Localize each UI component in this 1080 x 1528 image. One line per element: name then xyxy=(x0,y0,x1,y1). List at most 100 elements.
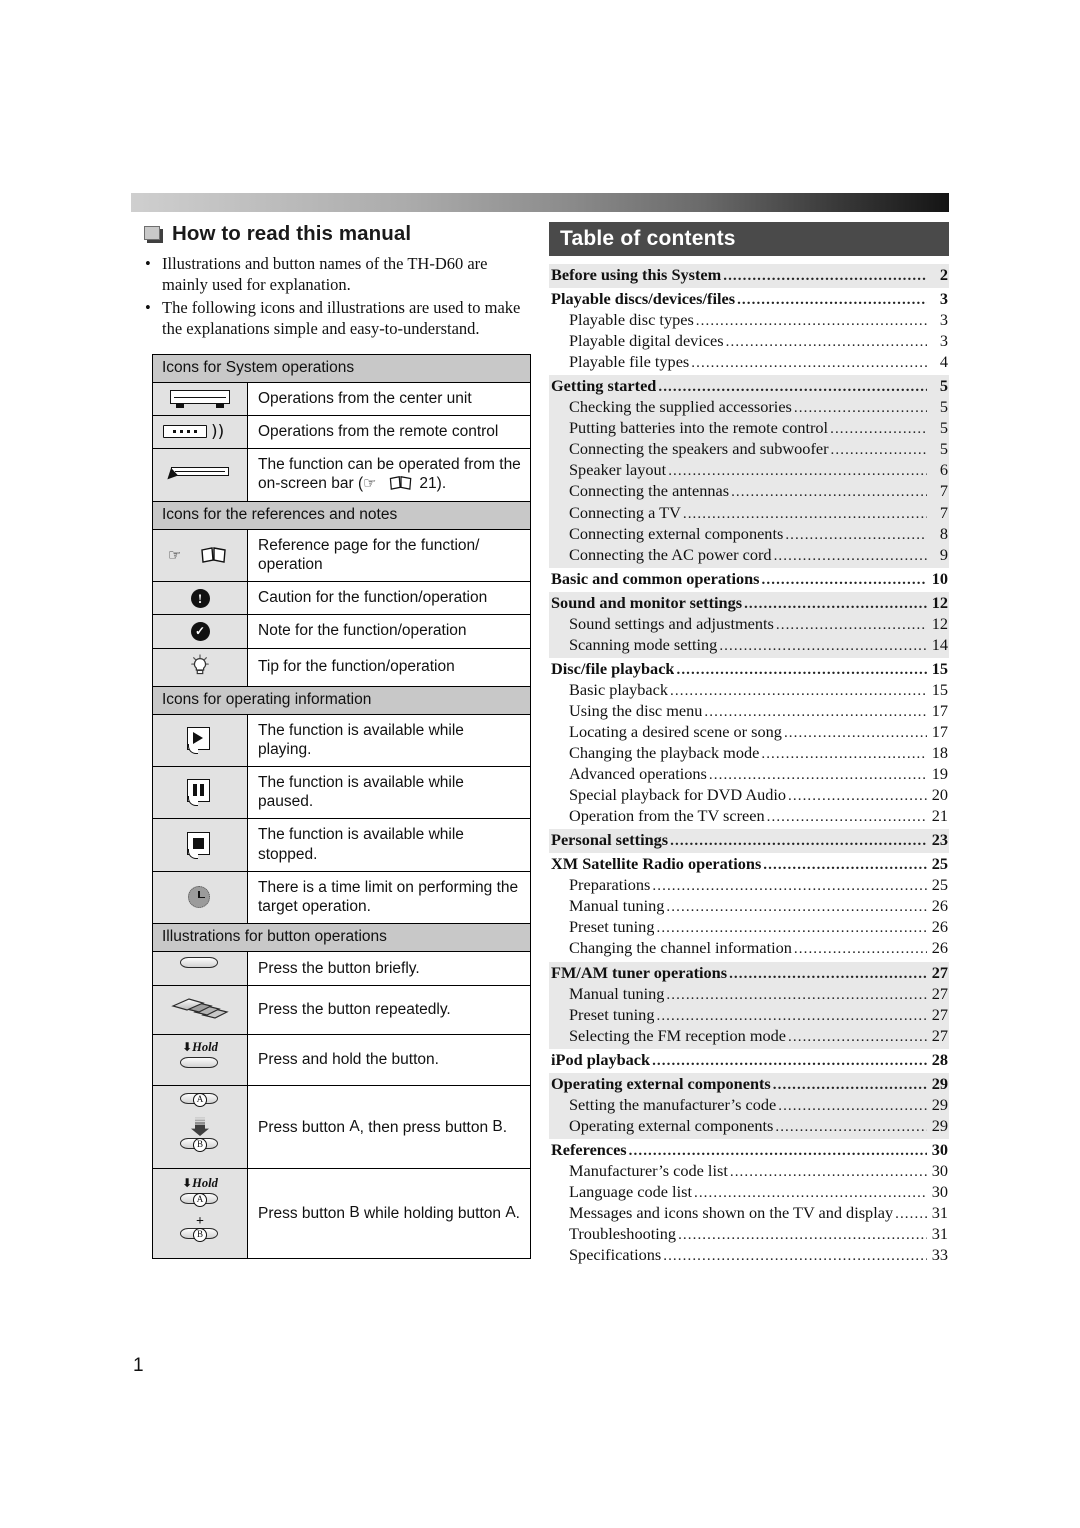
toc-sub-entry[interactable]: Manual tuning...........................… xyxy=(549,896,949,917)
toc-sub-entry[interactable]: Putting batteries into the remote contro… xyxy=(549,418,949,439)
toc-sub-entry[interactable]: Operation from the TV screen............… xyxy=(549,806,949,827)
toc-leader-dots: ........................................… xyxy=(761,746,927,763)
toc-sub-entry[interactable]: Playable file types.....................… xyxy=(549,352,949,373)
toc-entry-page: 26 xyxy=(931,896,948,916)
toc-entry-page: 7 xyxy=(939,502,948,522)
toc-section-entry[interactable]: Operating external components...........… xyxy=(549,1074,949,1095)
row-description: Operations from the remote control xyxy=(247,414,531,450)
toc-sub-entry[interactable]: Connecting the antennas.................… xyxy=(549,481,949,502)
toc-entry-label: Personal settings xyxy=(551,830,669,850)
toc-sub-entry[interactable]: Messages and icons shown on the TV and d… xyxy=(549,1203,949,1224)
toc-entry-page: 30 xyxy=(931,1139,948,1159)
toc-leader-dots: ........................................… xyxy=(793,941,927,958)
table-row: The function is available while playing. xyxy=(152,713,531,767)
section-header-label: Illustrations for button operations xyxy=(152,923,531,953)
toc-entry-page: 4 xyxy=(939,352,948,372)
toc-section-entry[interactable]: Sound and monitor settings..............… xyxy=(549,593,949,614)
list-item: • Illustrations and button names of the … xyxy=(145,253,531,296)
toc-leader-dots: ........................................… xyxy=(695,313,927,330)
row-description: Caution for the function/operation xyxy=(247,581,531,616)
toc-sub-entry[interactable]: Connecting the speakers and subwoofer...… xyxy=(549,439,949,460)
toc-group: Personal settings.......................… xyxy=(549,829,949,854)
toc-leader-dots: ........................................… xyxy=(668,463,927,480)
toc-leader-dots: ........................................… xyxy=(763,857,927,874)
toc-sub-entry[interactable]: Manufacturer’s code list................… xyxy=(549,1161,949,1182)
toc-sub-entry[interactable]: Checking the supplied accessories.......… xyxy=(549,397,949,418)
toc-sub-entry[interactable]: Manual tuning...........................… xyxy=(549,984,949,1005)
toc-leader-dots: ........................................… xyxy=(666,986,927,1003)
table-row: Tip for the function/operation xyxy=(152,647,531,687)
table-row: Press the button briefly. xyxy=(152,951,531,987)
press-a-then-b-icon: A B xyxy=(152,1085,248,1170)
toc-entry-label: Changing the channel information xyxy=(569,938,792,958)
toc-entry-label: Changing the playback mode xyxy=(569,743,760,763)
toc-section-entry[interactable]: Getting started.........................… xyxy=(549,376,949,397)
table-row: ! Caution for the function/operation xyxy=(152,581,531,616)
toc-sub-entry[interactable]: Scanning mode setting...................… xyxy=(549,635,949,656)
toc-leader-dots: ........................................… xyxy=(783,724,927,741)
toc-sub-entry[interactable]: Advanced operations.....................… xyxy=(549,764,949,785)
toc-entry-label: iPod playback xyxy=(551,1049,651,1069)
toc-leader-dots: ........................................… xyxy=(682,505,927,522)
toc-sub-entry[interactable]: Connecting a TV.........................… xyxy=(549,503,949,524)
toc-sub-entry[interactable]: Selecting the FM reception mode.........… xyxy=(549,1026,949,1047)
toc-section-entry[interactable]: Playable discs/devices/files............… xyxy=(549,289,949,310)
toc-leader-dots: ........................................… xyxy=(678,1227,927,1244)
toc-group: Getting started.........................… xyxy=(549,375,949,568)
toc-leader-dots: ........................................… xyxy=(761,571,927,588)
toc-sub-entry[interactable]: Basic playback..........................… xyxy=(549,680,949,701)
toc-sub-entry[interactable]: Changing the channel information........… xyxy=(549,938,949,959)
toc-leader-dots: ........................................… xyxy=(830,442,927,459)
toc-sub-entry[interactable]: Specifications..........................… xyxy=(549,1245,949,1266)
toc-section-entry[interactable]: Personal settings.......................… xyxy=(549,830,949,851)
toc-leader-dots: ........................................… xyxy=(788,1028,927,1045)
toc-group: Basic and common operations.............… xyxy=(549,568,949,592)
toc-sub-entry[interactable]: Using the disc menu.....................… xyxy=(549,701,949,722)
toc-leader-dots: ........................................… xyxy=(658,379,927,396)
table-row: ☞ Reference page for the function/ opera… xyxy=(152,528,531,583)
press-and-hold-icon: ⬇Hold xyxy=(152,1034,248,1087)
toc-group: XM Satellite Radio operations...........… xyxy=(549,853,949,961)
toc-sub-entry[interactable]: Setting the manufacturer’s code.........… xyxy=(549,1095,949,1116)
toc-sub-entry[interactable]: Sound settings and adjustments..........… xyxy=(549,614,949,635)
toc-section-entry[interactable]: iPod playback...........................… xyxy=(549,1050,949,1071)
toc-entry-label: FM/AM tuner operations xyxy=(551,962,728,982)
press-briefly-icon xyxy=(152,951,248,987)
toc-section-entry[interactable]: Disc/file playback......................… xyxy=(549,659,949,680)
toc-sub-entry[interactable]: Operating external components...........… xyxy=(549,1116,949,1137)
toc-section-entry[interactable]: Basic and common operations.............… xyxy=(549,569,949,590)
toc-section-entry[interactable]: XM Satellite Radio operations...........… xyxy=(549,854,949,875)
toc-sub-entry[interactable]: Preparations............................… xyxy=(549,875,949,896)
table-row: The function can be operated from the on… xyxy=(152,448,531,502)
toc-group: Disc/file playback......................… xyxy=(549,658,949,829)
toc-sub-entry[interactable]: Preset tuning...........................… xyxy=(549,1005,949,1026)
toc-entry-label: Basic and common operations xyxy=(551,568,760,588)
toc-sub-entry[interactable]: Playable disc types.....................… xyxy=(549,310,949,331)
toc-sub-entry[interactable]: Connecting the AC power cord............… xyxy=(549,545,949,566)
toc-entry-label: Checking the supplied accessories xyxy=(569,397,792,417)
on-screen-bar-icon xyxy=(152,448,248,502)
toc-entry-page: 25 xyxy=(931,875,948,895)
toc-sub-entry[interactable]: Language code list......................… xyxy=(549,1182,949,1203)
toc-entry-label: Manufacturer’s code list xyxy=(569,1160,728,1180)
toc-sub-entry[interactable]: Locating a desired scene or song........… xyxy=(549,722,949,743)
row-description: Press button A, then press button B. xyxy=(247,1085,531,1170)
row-description: Tip for the function/operation xyxy=(247,647,531,687)
toc-sub-entry[interactable]: Playable digital devices................… xyxy=(549,331,949,352)
toc-sub-entry[interactable]: Changing the playback mode..............… xyxy=(549,743,949,764)
toc-entry-page: 29 xyxy=(931,1115,948,1135)
toc-entry-label: Manual tuning xyxy=(569,983,665,1003)
toc-section-entry[interactable]: FM/AM tuner operations..................… xyxy=(549,963,949,984)
toc-sub-entry[interactable]: Special playback for DVD Audio..........… xyxy=(549,785,949,806)
toc-section-entry[interactable]: References..............................… xyxy=(549,1140,949,1161)
section-header-label: Icons for the references and notes xyxy=(152,500,531,530)
toc-sub-entry[interactable]: Speaker layout..........................… xyxy=(549,460,949,481)
toc-sub-entry[interactable]: Connecting external components..........… xyxy=(549,524,949,545)
toc-leader-dots: ........................................… xyxy=(708,767,927,784)
toc-entry-page: 5 xyxy=(939,397,948,417)
toc-leader-dots: ........................................… xyxy=(656,920,927,937)
toc-sub-entry[interactable]: Troubleshooting.........................… xyxy=(549,1224,949,1245)
toc-sub-entry[interactable]: Preset tuning...........................… xyxy=(549,917,949,938)
toc-section-entry[interactable]: Before using this System................… xyxy=(549,265,949,286)
toc-entry-label: Playable digital devices xyxy=(569,331,724,351)
